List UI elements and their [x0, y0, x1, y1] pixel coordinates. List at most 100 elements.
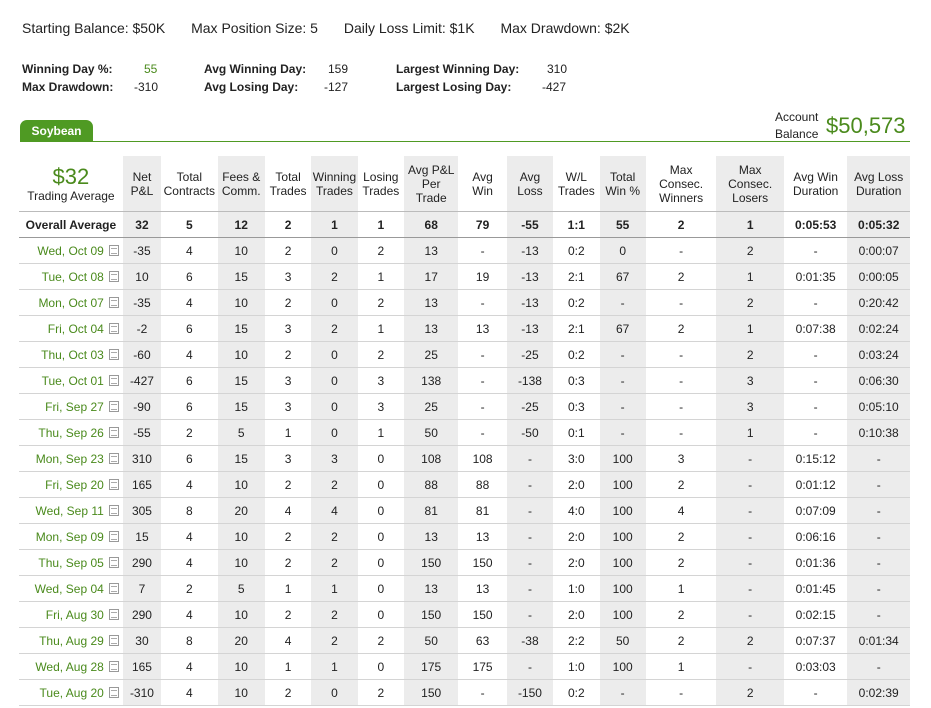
row-date-link[interactable]: Wed, Sep 11 [19, 497, 123, 524]
table-cell: 150 [403, 679, 459, 706]
row-date-link[interactable]: Fri, Sep 20 [19, 471, 123, 498]
table-cell: 0:3 [553, 393, 600, 420]
table-cell: 0:2 [553, 679, 600, 706]
table-cell: 0:07:09 [783, 497, 848, 524]
column-header[interactable]: Fees & Comm. [217, 156, 265, 212]
document-icon[interactable] [108, 686, 119, 698]
table-cell: 2 [716, 341, 784, 368]
row-date-link[interactable]: Mon, Sep 23 [19, 445, 123, 472]
row-date-link[interactable]: Thu, Oct 03 [19, 341, 123, 368]
row-date-link[interactable]: Thu, Sep 05 [19, 549, 123, 576]
table-cell: 0 [311, 341, 358, 368]
document-icon[interactable] [108, 582, 119, 594]
table-cell: 2 [645, 471, 717, 498]
trading-average-label: Trading Average [27, 188, 115, 203]
column-header-line: Losing [363, 169, 399, 184]
tab-soybean[interactable]: Soybean [20, 120, 93, 142]
row-date-link[interactable]: Fri, Oct 04 [19, 315, 123, 342]
document-icon[interactable] [108, 244, 119, 256]
table-cell: 100 [599, 549, 646, 576]
column-header[interactable]: Avg Loss Duration [847, 156, 910, 212]
table-cell: 0 [357, 549, 404, 576]
table-cell: 10 [217, 601, 265, 628]
document-icon[interactable] [108, 608, 119, 620]
table-cell: - [645, 419, 717, 446]
average-cell: 1:1 [553, 211, 600, 238]
table-cell: -13 [506, 263, 554, 290]
row-date-link[interactable]: Tue, Oct 01 [19, 367, 123, 394]
column-header[interactable]: Total Trades [264, 156, 312, 212]
row-date-link[interactable]: Fri, Aug 30 [19, 601, 123, 628]
column-header[interactable]: Losing Trades [357, 156, 404, 212]
column-header-line: Avg Loss [854, 169, 904, 184]
row-date-link[interactable]: Thu, Sep 26 [19, 419, 123, 446]
column-header[interactable]: Avg Win [458, 156, 507, 212]
document-icon[interactable] [108, 400, 119, 412]
average-cell: 68 [403, 211, 459, 238]
table-cell: 4 [161, 549, 218, 576]
column-header[interactable]: Total Contracts [161, 156, 218, 212]
column-header[interactable]: Avg Win Duration [783, 156, 848, 212]
document-icon[interactable] [108, 530, 119, 542]
stat-max-drawdown: Max Drawdown: -310 [22, 80, 159, 94]
column-header[interactable]: Total Win % [599, 156, 646, 212]
document-icon[interactable] [108, 634, 119, 646]
document-icon[interactable] [108, 348, 119, 360]
column-header[interactable]: Avg P&L Per Trade [403, 156, 459, 212]
table-cell: 0:05:10 [847, 393, 910, 420]
column-header[interactable]: Winning Trades [311, 156, 358, 212]
table-cell: 0:1 [553, 419, 600, 446]
table-cell: 13 [458, 315, 507, 342]
column-header-line: P&L [130, 183, 154, 198]
column-header[interactable]: Net P&L [122, 156, 162, 212]
row-date-link[interactable]: Thu, Aug 29 [19, 627, 123, 654]
table-cell: 4 [264, 497, 312, 524]
table-cell: 150 [458, 601, 507, 628]
table-cell: 4 [161, 679, 218, 706]
column-header[interactable]: W/L Trades [553, 156, 600, 212]
average-cell: 32 [122, 211, 162, 238]
table-cell: 0 [357, 497, 404, 524]
table-cell: - [716, 549, 784, 576]
table-cell: 4 [161, 523, 218, 550]
table-cell: 1 [357, 419, 404, 446]
document-icon[interactable] [108, 556, 119, 568]
document-icon[interactable] [108, 426, 119, 438]
row-date-link[interactable]: Tue, Oct 08 [19, 263, 123, 290]
document-icon[interactable] [108, 296, 119, 308]
document-icon[interactable] [108, 374, 119, 386]
column-header[interactable]: Max Consec. Winners [645, 156, 717, 212]
table-cell: 175 [458, 653, 507, 680]
table-cell: -310 [122, 679, 162, 706]
row-date-text: Thu, Sep 26 [38, 425, 104, 440]
daily-performance-table: $32 Trading Average Net P&L Total Contracts… [19, 156, 910, 706]
document-icon[interactable] [108, 660, 119, 672]
row-date-link[interactable]: Wed, Aug 28 [19, 653, 123, 680]
table-cell: 2 [645, 549, 717, 576]
row-date-link[interactable]: Mon, Sep 09 [19, 523, 123, 550]
table-cell: 0:00:07 [847, 237, 910, 264]
document-icon[interactable] [108, 504, 119, 516]
table-cell: 2 [645, 315, 717, 342]
table-cell: 100 [599, 497, 646, 524]
table-cell: - [599, 679, 646, 706]
table-cell: -13 [506, 237, 554, 264]
max-drawdown-limit: Max Drawdown: $2K [500, 20, 630, 36]
table-row: Mon, Sep 23 310 6 15 3 3 0 108 108-3:0 100 3-0:15:… [19, 445, 910, 472]
table-cell: - [847, 601, 910, 628]
column-header[interactable]: Avg Loss [506, 156, 554, 212]
row-date-link[interactable]: Wed, Oct 09 [19, 237, 123, 264]
row-date-link[interactable]: Fri, Sep 27 [19, 393, 123, 420]
column-header-line: Avg [519, 169, 541, 184]
document-icon[interactable] [108, 270, 119, 282]
document-icon[interactable] [108, 452, 119, 464]
row-date-text: Thu, Oct 03 [41, 347, 104, 362]
row-date-link[interactable]: Wed, Sep 04 [19, 575, 123, 602]
row-date-link[interactable]: Mon, Oct 07 [19, 289, 123, 316]
document-icon[interactable] [108, 322, 119, 334]
document-icon[interactable] [108, 478, 119, 490]
table-cell: - [599, 289, 646, 316]
column-header[interactable]: Max Consec. Losers [716, 156, 784, 212]
row-date-link[interactable]: Tue, Aug 20 [19, 679, 123, 706]
table-cell: - [716, 497, 784, 524]
